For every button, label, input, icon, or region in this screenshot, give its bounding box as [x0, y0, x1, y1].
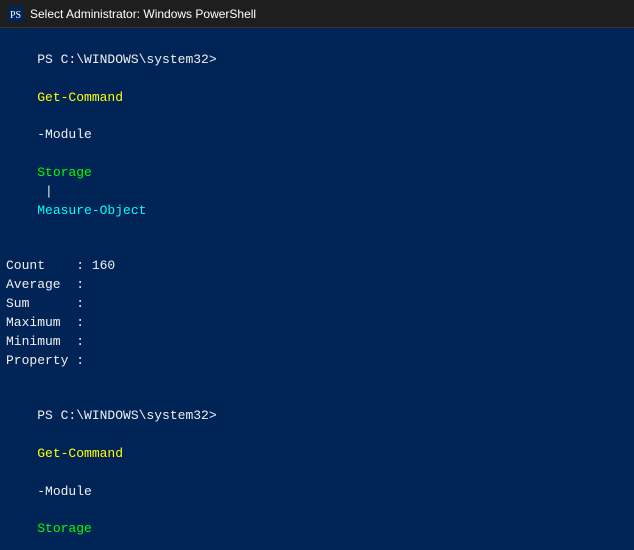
- command-line-1: PS C:\WINDOWS\system32> Get-Command -Mod…: [6, 32, 628, 239]
- blank-line-2: [6, 370, 628, 388]
- pipe-char: |: [37, 184, 53, 199]
- stat-line: Property :: [6, 352, 628, 371]
- measure-object: Measure-Object: [37, 203, 146, 218]
- window-title: Select Administrator: Windows PowerShell: [30, 7, 256, 21]
- stat-line: Average :: [6, 276, 628, 295]
- prompt-1: PS C:\WINDOWS\system32>: [37, 52, 216, 67]
- module-param-1: -Module: [37, 127, 92, 142]
- stat-line: Sum :: [6, 295, 628, 314]
- command-line-2: PS C:\WINDOWS\system32> Get-Command -Mod…: [6, 388, 628, 550]
- stat-line: Maximum :: [6, 314, 628, 333]
- storage-value-1: Storage: [37, 165, 92, 180]
- title-bar: PS Select Administrator: Windows PowerSh…: [0, 0, 634, 28]
- stat-line: Minimum :: [6, 333, 628, 352]
- powershell-icon: PS: [8, 6, 24, 22]
- stat-line: Count : 160: [6, 257, 628, 276]
- stats-output: Count : 160Average :Sum :Maximum :Minimu…: [6, 257, 628, 370]
- get-command-keyword-2: Get-Command: [37, 446, 123, 461]
- terminal: PS C:\WINDOWS\system32> Get-Command -Mod…: [0, 28, 634, 550]
- prompt-2: PS C:\WINDOWS\system32>: [37, 408, 216, 423]
- blank-line-1: [6, 239, 628, 257]
- module-param-2: -Module: [37, 484, 92, 499]
- storage-value-2: Storage: [37, 521, 92, 536]
- get-command-keyword-1: Get-Command: [37, 90, 123, 105]
- svg-text:PS: PS: [10, 10, 21, 21]
